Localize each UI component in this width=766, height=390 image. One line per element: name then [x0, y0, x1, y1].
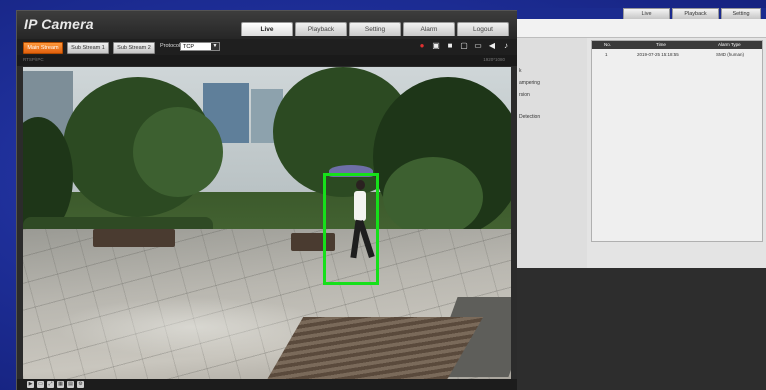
video-bottom-bar: ▶ ▭ ⤢ ▦ ▤ ⚙	[17, 379, 519, 390]
cell-alarm-type: SMD (human)	[716, 52, 745, 57]
alarm-window-header: Live Playback Setting	[517, 8, 766, 20]
tab-logout[interactable]: Logout	[457, 22, 509, 36]
scene-tree	[383, 157, 483, 237]
alarm-table: No. Time Alarm Type 1 2019-07-25 15:18:5…	[591, 40, 763, 242]
alarm-side-menu: k ampering rsion Detection	[517, 38, 587, 268]
stream-info-strip: RTSP/IPC 1920*1080	[17, 55, 519, 66]
tab-playback[interactable]: Playback	[295, 22, 347, 36]
stream-toolbar: Main Stream Sub Stream 1 Sub Stream 2 Pr…	[17, 39, 519, 55]
mic-icon[interactable]: ♪	[501, 41, 511, 51]
window-header: IP Camera Live Playback Setting Alarm Lo…	[17, 11, 519, 39]
cell-time: 2019-07-25 15:18:55	[637, 52, 679, 57]
sub-stream-1-button[interactable]: Sub Stream 1	[67, 42, 109, 54]
main-stream-button[interactable]: Main Stream	[23, 42, 63, 54]
side-item[interactable]: ampering	[519, 80, 540, 86]
col-time: Time	[656, 42, 666, 47]
settings-icon[interactable]: ⚙	[77, 381, 84, 388]
main-tabs: Live Playback Setting Alarm Logout	[241, 22, 509, 36]
scene-bench	[93, 229, 175, 247]
alarm-table-header: No. Time Alarm Type	[592, 41, 762, 49]
ip-camera-window: IP Camera Live Playback Setting Alarm Lo…	[16, 10, 520, 390]
cell-no: 1	[605, 52, 608, 57]
protocol-value: TCP	[183, 44, 194, 50]
human-detection-box	[323, 173, 379, 285]
stream-info-left: RTSP/IPC	[23, 57, 44, 62]
side-item[interactable]: Detection	[519, 114, 540, 120]
col-no: No.	[604, 42, 612, 47]
snapshot-icon[interactable]: ▣	[431, 41, 441, 51]
audio-icon[interactable]: ◀	[487, 41, 497, 51]
scene-tree	[133, 107, 223, 197]
protocol-label: Protocol	[160, 43, 181, 49]
side-item[interactable]: rsion	[519, 92, 530, 98]
taskbar-area	[517, 268, 766, 390]
tab-setting[interactable]: Setting	[349, 22, 401, 36]
fullscreen-icon[interactable]: ■	[445, 41, 455, 51]
stream-icon[interactable]: ▤	[67, 381, 74, 388]
tab-alarm[interactable]: Alarm	[403, 22, 455, 36]
zoom-icon[interactable]: ▭	[473, 41, 483, 51]
fit-icon[interactable]: ⤢	[47, 381, 54, 388]
ratio-icon[interactable]: ▭	[37, 381, 44, 388]
app-logo: IP Camera	[24, 16, 94, 32]
video-tools: ● ▣ ■ ▢ ▭ ◀ ♪	[417, 41, 511, 51]
alarm-main-panel: No. Time Alarm Type 1 2019-07-25 15:18:5…	[587, 38, 766, 268]
stream-info-right: 1920*1080	[483, 57, 505, 62]
live-video-view[interactable]	[23, 67, 511, 379]
alarm-subbar	[517, 19, 766, 38]
record-icon[interactable]: ●	[417, 41, 427, 51]
sub-stream-2-button[interactable]: Sub Stream 2	[113, 42, 155, 54]
col-alarm-type: Alarm Type	[718, 42, 741, 47]
side-item[interactable]: k	[519, 68, 522, 74]
window-icon[interactable]: ▢	[459, 41, 469, 51]
alarm-window: Live Playback Setting k ampering rsion D…	[517, 8, 766, 390]
layout-icon[interactable]: ▦	[57, 381, 64, 388]
play-icon[interactable]: ▶	[27, 381, 34, 388]
chevron-down-icon: ▼	[211, 43, 219, 50]
tab-live[interactable]: Live	[241, 22, 293, 36]
protocol-select[interactable]: TCP ▼	[180, 42, 220, 51]
bottom-icons: ▶ ▭ ⤢ ▦ ▤ ⚙	[27, 381, 84, 388]
